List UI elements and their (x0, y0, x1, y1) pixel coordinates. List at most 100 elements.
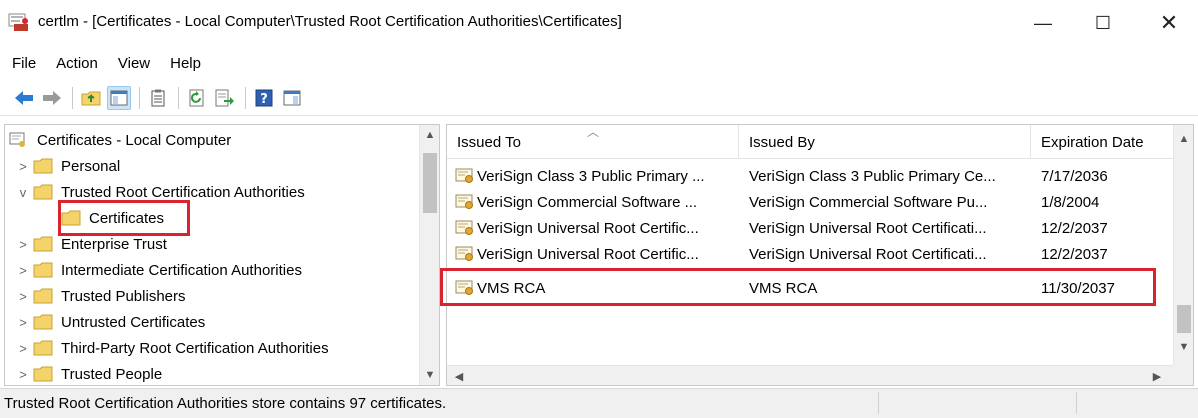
chevron-right-icon[interactable]: > (15, 341, 31, 356)
tree-item-label: Intermediate Certification Authorities (61, 261, 302, 279)
menu-file[interactable]: File (0, 55, 46, 72)
scroll-up-arrow-icon[interactable]: ▲ (1174, 129, 1193, 149)
certificate-icon (455, 280, 475, 296)
table-row[interactable]: VeriSign Class 3 Public Primary ... Veri… (447, 163, 1173, 189)
show-hide-tree-icon[interactable] (107, 85, 131, 110)
certificate-app-icon (8, 12, 30, 32)
scrollbar-thumb[interactable] (423, 153, 437, 213)
status-text: Trusted Root Certification Authorities s… (4, 395, 447, 412)
certificate-icon (455, 246, 475, 262)
scrollbar-thumb[interactable] (1177, 305, 1191, 333)
cell-issued-by: VeriSign Universal Root Certificati... (749, 245, 987, 263)
cell-issued-by: VeriSign Universal Root Certificati... (749, 219, 987, 237)
chevron-right-icon[interactable]: > (15, 367, 31, 382)
console-tree: Certificates - Local Computer > Personal… (5, 125, 419, 385)
folder-icon (33, 262, 53, 278)
menu-view[interactable]: View (108, 55, 160, 72)
list-header: ︿ Issued To Issued By Expiration Date (447, 125, 1173, 159)
folder-icon (61, 210, 81, 226)
properties-icon[interactable] (280, 86, 304, 110)
tree-root[interactable]: Certificates - Local Computer (9, 127, 231, 153)
cell-issued-to: VeriSign Class 3 Public Primary ... (477, 167, 705, 185)
chevron-right-icon[interactable]: > (15, 237, 31, 252)
cell-expiration: 1/8/2004 (1041, 193, 1100, 211)
cell-issued-to: VeriSign Universal Root Certific... (477, 219, 699, 237)
column-issued-by[interactable]: Issued By (739, 125, 1031, 159)
tree-item-intermediate-ca[interactable]: > Intermediate Certification Authorities (15, 257, 302, 283)
cell-issued-to: VeriSign Universal Root Certific... (477, 245, 699, 263)
scroll-right-arrow-icon[interactable]: ▶ (1147, 366, 1167, 385)
list-vertical-scrollbar[interactable]: ▲ ▼ (1173, 125, 1193, 365)
cell-expiration: 12/2/2037 (1041, 219, 1108, 237)
folder-icon (33, 158, 53, 174)
tree-item-trusted-root[interactable]: v Trusted Root Certification Authorities (15, 179, 305, 205)
certificate-icon (455, 194, 475, 210)
status-bar: Trusted Root Certification Authorities s… (0, 388, 1198, 418)
tree-item-enterprise-trust[interactable]: > Enterprise Trust (15, 231, 167, 257)
folder-icon (33, 236, 53, 252)
folder-icon (33, 314, 53, 330)
svg-text:?: ? (260, 92, 268, 107)
refresh-icon[interactable] (185, 86, 209, 110)
column-label: Issued To (457, 133, 521, 151)
tree-item-trusted-people[interactable]: > Trusted People (15, 361, 162, 385)
help-icon[interactable]: ? (252, 86, 276, 110)
certificate-icon (455, 168, 475, 184)
tree-item-personal[interactable]: > Personal (15, 153, 120, 179)
scroll-down-arrow-icon[interactable]: ▼ (1174, 337, 1193, 357)
toolbar-separator (72, 86, 73, 109)
menu-help[interactable]: Help (160, 55, 211, 72)
tree-item-label: Enterprise Trust (61, 235, 167, 253)
chevron-right-icon[interactable]: > (15, 289, 31, 304)
tree-item-trusted-publishers[interactable]: > Trusted Publishers (15, 283, 186, 309)
toolbar: ? (0, 80, 1198, 116)
folder-open-icon (33, 184, 53, 200)
chevron-down-icon[interactable]: v (15, 185, 31, 200)
column-expiration-date[interactable]: Expiration Date (1031, 125, 1173, 159)
forward-arrow-icon[interactable] (40, 86, 64, 110)
window-title: certlm - [Certificates - Local Computer\… (38, 13, 622, 30)
back-arrow-icon[interactable] (12, 86, 36, 110)
title-bar: certlm - [Certificates - Local Computer\… (0, 0, 1198, 46)
cell-expiration: 12/2/2037 (1041, 245, 1108, 263)
chevron-right-icon[interactable]: > (15, 159, 31, 174)
table-row[interactable]: VeriSign Universal Root Certific... Veri… (447, 241, 1173, 267)
toolbar-separator (245, 86, 246, 109)
tree-item-certificates[interactable]: Certificates (59, 205, 164, 231)
scroll-down-arrow-icon[interactable]: ▼ (420, 365, 439, 385)
tree-item-label: Personal (61, 157, 121, 175)
column-issued-to[interactable]: ︿ Issued To (447, 125, 739, 159)
scroll-left-arrow-icon[interactable]: ◀ (449, 366, 469, 385)
close-button[interactable]: ✕ (1146, 0, 1192, 46)
minimize-button[interactable]: — (1020, 0, 1066, 46)
menu-action[interactable]: Action (46, 55, 108, 72)
certificate-icon (455, 220, 475, 236)
up-folder-icon[interactable] (79, 86, 103, 110)
cell-issued-to: VeriSign Commercial Software ... (477, 193, 698, 211)
chevron-right-icon[interactable]: > (15, 315, 31, 330)
tree-item-label: Untrusted Certificates (61, 313, 206, 331)
tree-vertical-scrollbar[interactable]: ▲ ▼ (419, 125, 439, 385)
chevron-right-icon[interactable]: > (15, 263, 31, 278)
tree-item-label: Trusted Publishers (61, 287, 186, 305)
folder-icon (33, 366, 53, 382)
cell-expiration: 7/17/2036 (1041, 167, 1108, 185)
tree-root-label: Certificates - Local Computer (37, 131, 232, 149)
export-list-icon[interactable] (213, 86, 237, 110)
tree-item-label: Certificates (89, 209, 165, 227)
cell-issued-by: VMS RCA (749, 279, 818, 297)
folder-icon (33, 340, 53, 356)
tree-item-untrusted[interactable]: > Untrusted Certificates (15, 309, 205, 335)
list-horizontal-scrollbar[interactable]: ◀ ▶ (447, 365, 1173, 385)
table-row[interactable]: VeriSign Commercial Software ... VeriSig… (447, 189, 1173, 215)
maximize-button[interactable]: ☐ (1080, 0, 1126, 46)
tree-item-third-party-root[interactable]: > Third-Party Root Certification Authori… (15, 335, 328, 361)
scroll-up-arrow-icon[interactable]: ▲ (420, 125, 439, 145)
status-divider (878, 392, 879, 414)
clipboard-icon[interactable] (146, 86, 170, 110)
table-row-vms-rca[interactable]: VMS RCA VMS RCA 11/30/2037 (447, 275, 1173, 301)
table-row[interactable]: VeriSign Universal Root Certific... Veri… (447, 215, 1173, 241)
cell-issued-by: VeriSign Class 3 Public Primary Ce... (749, 167, 996, 185)
console-tree-pane: Certificates - Local Computer > Personal… (4, 124, 440, 386)
status-divider (1076, 392, 1077, 414)
